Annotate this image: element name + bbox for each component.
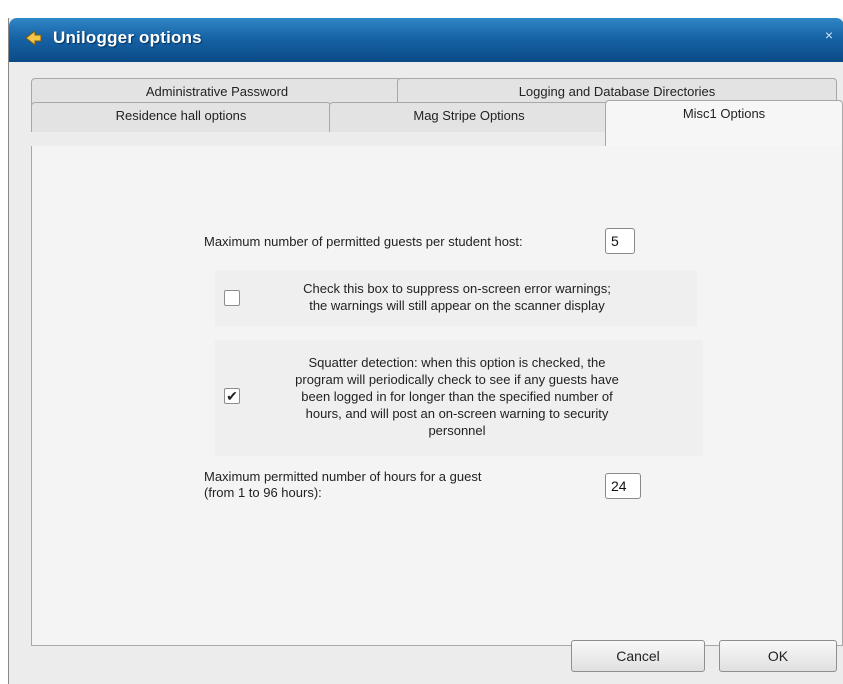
ok-button[interactable]: OK xyxy=(719,640,837,672)
max-hours-input[interactable]: 24 xyxy=(605,473,641,499)
squatter-label-line2: program will periodically check to see i… xyxy=(295,372,619,387)
tab-label: Misc1 Options xyxy=(682,106,766,121)
suppress-warnings-label-line1: Check this box to suppress on-screen err… xyxy=(303,281,611,296)
cancel-button[interactable]: Cancel xyxy=(571,640,705,672)
suppress-warnings-checkbox[interactable] xyxy=(224,290,240,306)
squatter-label-line3: been logged in for longer than the speci… xyxy=(301,389,613,404)
suppress-warnings-label-line2: the warnings will still appear on the sc… xyxy=(309,298,605,313)
squatter-label-line1: Squatter detection: when this option is … xyxy=(308,355,606,370)
squatter-label-line5: personnel xyxy=(428,423,486,438)
squatter-detection-checkbox[interactable]: ✔ xyxy=(224,388,240,404)
max-guests-input[interactable]: 5 xyxy=(605,228,635,254)
tab-label: Mag Stripe Options xyxy=(413,108,525,123)
tab-label: Residence hall options xyxy=(115,108,247,123)
options-window: Unilogger options × Administrative Passw… xyxy=(8,18,843,684)
tab-misc1-options[interactable]: Misc1 Options xyxy=(605,100,843,147)
max-hours-label-line2: (from 1 to 96 hours): xyxy=(204,485,322,500)
window-title: Unilogger options xyxy=(53,28,202,47)
title-bar: Unilogger options × xyxy=(9,18,843,62)
tab-label: Administrative Password xyxy=(145,84,289,99)
max-hours-label-line1: Maximum permitted number of hours for a … xyxy=(204,469,482,484)
close-icon[interactable]: × xyxy=(820,26,838,44)
tab-mag-stripe-options[interactable]: Mag Stripe Options xyxy=(329,102,609,132)
tab-residence-hall-options[interactable]: Residence hall options xyxy=(31,102,331,132)
squatter-label-line4: hours, and will post an on-screen warnin… xyxy=(305,406,609,421)
tab-label: Logging and Database Directories xyxy=(518,84,716,99)
max-guests-label: Maximum number of permitted guests per s… xyxy=(204,234,523,249)
app-arrow-icon xyxy=(25,29,42,47)
